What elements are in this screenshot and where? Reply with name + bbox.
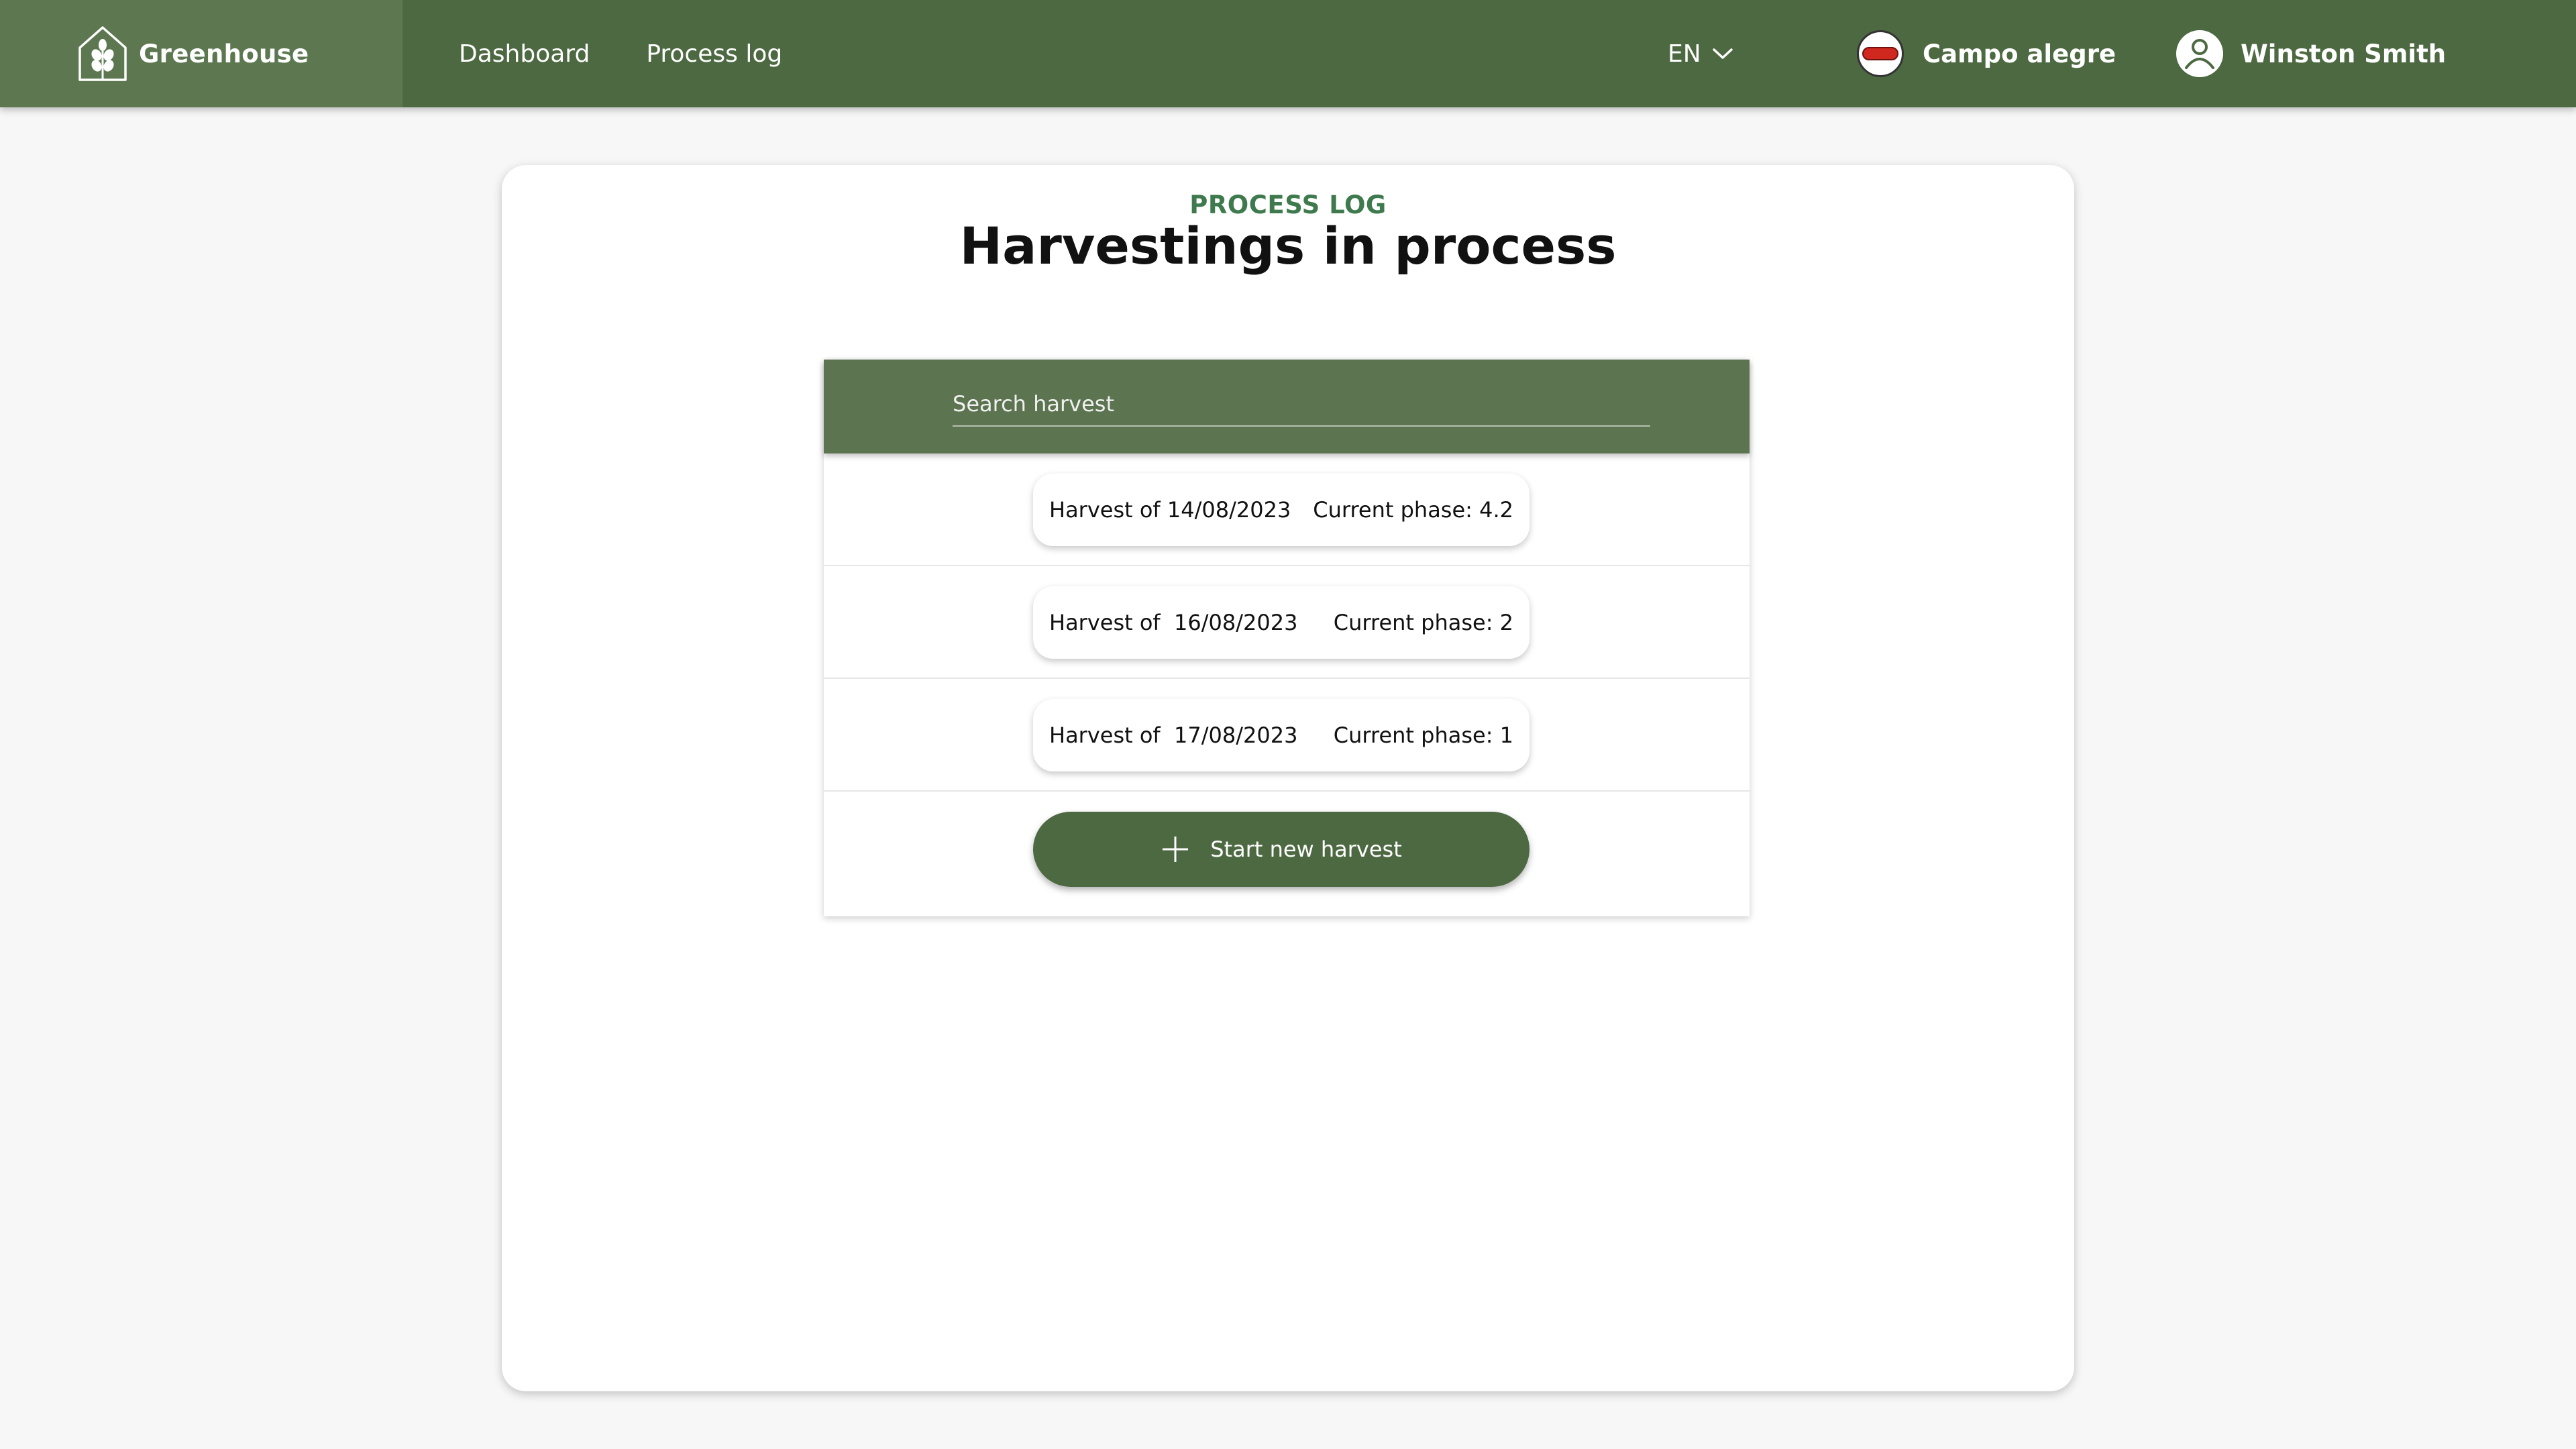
language-code: EN (1668, 40, 1701, 68)
list-item: Harvest of 16/08/2023 Current phase: 2 (824, 566, 1750, 679)
harvest-phase: Current phase: 4.2 (1313, 497, 1513, 523)
harvest-phase: Current phase: 1 (1333, 722, 1513, 748)
user-name: Winston Smith (2241, 39, 2447, 68)
start-new-harvest-button[interactable]: Start new harvest (1033, 812, 1529, 887)
greenhouse-logo-icon (78, 26, 127, 81)
actions-row: Start new harvest (824, 792, 1750, 904)
language-selector[interactable]: EN (1668, 0, 1733, 107)
list-item: Harvest of 14/08/2023 Current phase: 4.2 (824, 453, 1750, 566)
farm-name: Campo alegre (1923, 39, 2116, 68)
harvest-card[interactable]: Harvest of 16/08/2023 Current phase: 2 (1033, 586, 1529, 659)
main-nav: Dashboard Process log (459, 0, 839, 107)
user-menu[interactable]: Winston Smith (2176, 0, 2446, 107)
farm-logo-icon (1857, 30, 1904, 77)
search-bar (824, 360, 1750, 453)
farm-selector[interactable]: Campo alegre (1857, 0, 2116, 107)
brand-name: Greenhouse (139, 39, 309, 68)
harvest-name: Harvest of 16/08/2023 (1049, 610, 1298, 635)
page-title: Harvestings in process (959, 216, 1617, 276)
harvest-list-panel: Harvest of 14/08/2023 Current phase: 4.2… (824, 360, 1750, 916)
harvest-name: Harvest of 14/08/2023 (1049, 497, 1291, 523)
user-avatar-icon (2176, 30, 2223, 77)
list-item: Harvest of 17/08/2023 Current phase: 1 (824, 679, 1750, 792)
harvest-card[interactable]: Harvest of 17/08/2023 Current phase: 1 (1033, 699, 1529, 771)
nav-process-log-link[interactable]: Process log (646, 40, 782, 68)
start-new-harvest-label: Start new harvest (1210, 837, 1402, 862)
harvest-card[interactable]: Harvest of 14/08/2023 Current phase: 4.2 (1033, 474, 1529, 546)
search-harvest-input[interactable] (953, 386, 1650, 427)
section-eyebrow: PROCESS LOG (1189, 191, 1387, 219)
brand-home-link[interactable]: Greenhouse (0, 0, 402, 107)
top-navigation-bar: Greenhouse Dashboard Process log EN Camp… (0, 0, 2576, 107)
main-card: PROCESS LOG Harvestings in process Harve… (502, 165, 2074, 1391)
harvest-phase: Current phase: 2 (1333, 610, 1513, 635)
nav-dashboard-link[interactable]: Dashboard (459, 40, 590, 68)
harvest-name: Harvest of 17/08/2023 (1049, 722, 1298, 748)
chevron-down-icon (1712, 48, 1733, 59)
plus-icon (1163, 837, 1189, 862)
